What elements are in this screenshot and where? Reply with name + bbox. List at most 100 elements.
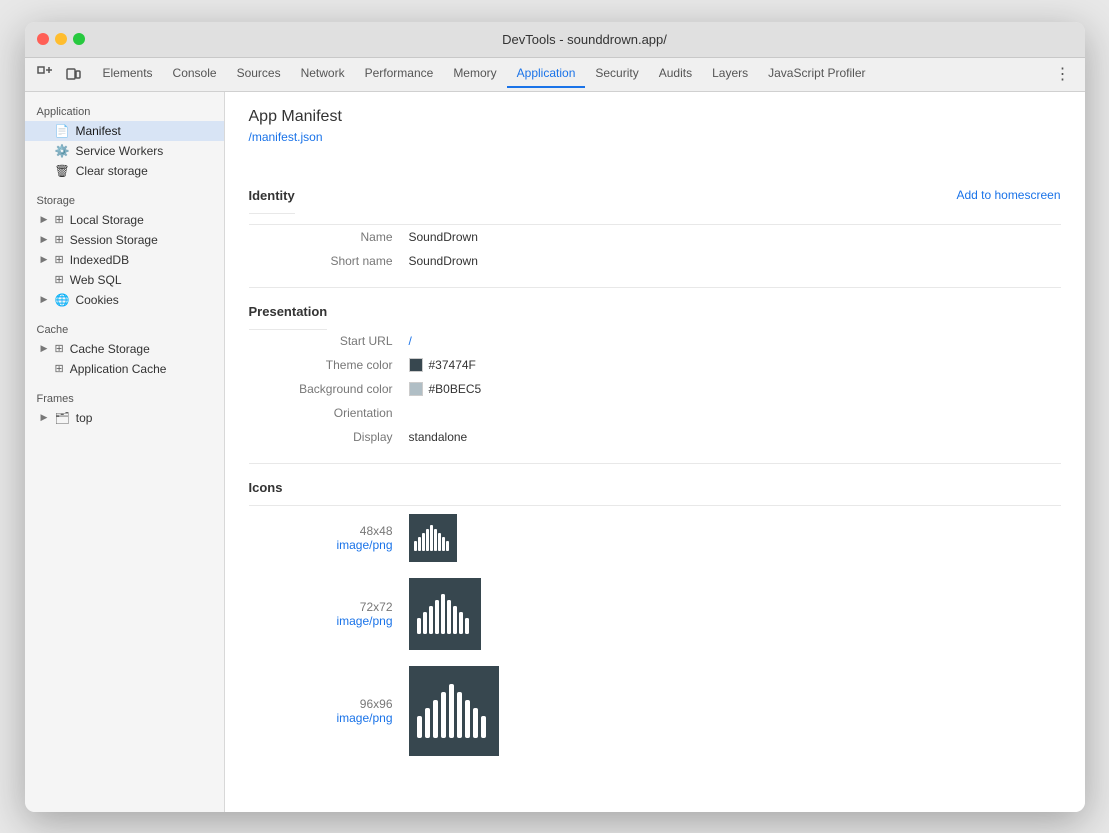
icons-header-row: Icons (249, 474, 1061, 506)
icon-preview-72 (409, 578, 481, 650)
sidebar-item-label: Cookies (75, 293, 118, 307)
sidebar-item-cache-storage[interactable]: ▶ ⊞ Cache Storage (25, 339, 224, 359)
expand-arrow-icon: ▶ (41, 214, 49, 225)
icon-meta-72: 72x72 image/png (249, 600, 409, 628)
sidebar-section-storage: Storage (25, 189, 224, 210)
close-button[interactable] (37, 33, 49, 45)
tab-js-profiler[interactable]: JavaScript Profiler (758, 60, 875, 88)
sidebar-item-application-cache[interactable]: ⊞ Application Cache (25, 359, 224, 379)
sidebar-item-service-workers[interactable]: ⚙️ Service Workers (25, 141, 224, 161)
app-manifest-header: App Manifest (249, 108, 1061, 126)
start-url-link[interactable]: / (409, 334, 412, 348)
icon-preview-96 (409, 666, 499, 756)
tab-security[interactable]: Security (585, 60, 648, 88)
sidebar-item-label: Web SQL (70, 273, 122, 287)
field-value-theme-color: #37474F (409, 358, 476, 372)
inspect-icon[interactable] (33, 62, 57, 86)
sidebar-item-indexeddb[interactable]: ▶ ⊞ IndexedDB (25, 250, 224, 270)
content-panel: App Manifest /manifest.json Identity Add… (225, 92, 1085, 812)
expand-arrow-icon: ▶ (41, 254, 49, 265)
expand-arrow-icon: ▶ (41, 234, 49, 245)
icon-entry-96: 96x96 image/png (249, 658, 1061, 764)
sidebar-item-label: Local Storage (70, 213, 144, 227)
field-value-bg-color: #B0BEC5 (409, 382, 482, 396)
maximize-button[interactable] (73, 33, 85, 45)
tab-layers[interactable]: Layers (702, 60, 758, 88)
field-label-start-url: Start URL (249, 334, 409, 348)
manifest-link[interactable]: /manifest.json (249, 130, 1061, 144)
tab-sources[interactable]: Sources (227, 60, 291, 88)
sidebar-item-label: IndexedDB (70, 253, 129, 267)
toolbar: Elements Console Sources Network Perform… (25, 58, 1085, 92)
sidebar-item-label: top (76, 411, 93, 425)
identity-section: Identity Add to homescreen Name SoundDro… (249, 160, 1061, 288)
sidebar-item-cookies[interactable]: ▶ 🌐 Cookies (25, 290, 224, 310)
traffic-lights (37, 33, 85, 45)
tab-performance[interactable]: Performance (355, 60, 444, 88)
tab-elements[interactable]: Elements (93, 60, 163, 88)
icon-type-72: image/png (249, 614, 393, 628)
minimize-button[interactable] (55, 33, 67, 45)
more-icon[interactable]: ⋮ (1049, 64, 1077, 84)
expand-arrow-icon: ▶ (41, 412, 49, 423)
theme-color-swatch[interactable] (409, 358, 423, 372)
sidebar-item-label: Service Workers (75, 144, 163, 158)
tab-console[interactable]: Console (163, 60, 227, 88)
identity-section-title: Identity (249, 176, 295, 214)
field-value-start-url: / (409, 334, 412, 348)
icon-type-96: image/png (249, 711, 393, 725)
sidebar-item-label: Application Cache (70, 362, 167, 376)
tab-application[interactable]: Application (507, 60, 586, 88)
window-title: DevTools - sounddrown.app/ (97, 32, 1073, 47)
sidebar-item-top-frame[interactable]: ▶ 🗂 top (25, 408, 224, 428)
device-icon[interactable] (61, 62, 85, 86)
icon-size-72: 72x72 (249, 600, 393, 614)
field-label-name: Name (249, 230, 409, 244)
presentation-section-title: Presentation (249, 292, 328, 330)
icon-entry-72: 72x72 image/png (249, 570, 1061, 658)
sidebar-item-local-storage[interactable]: ▶ ⊞ Local Storage (25, 210, 224, 230)
field-value-display: standalone (409, 430, 468, 444)
field-value-short-name: SoundDrown (409, 254, 478, 268)
icon-size-96: 96x96 (249, 697, 393, 711)
sidebar-item-manifest[interactable]: 📄 Manifest (25, 121, 224, 141)
sidebar-item-label: Manifest (75, 124, 120, 138)
field-label-short-name: Short name (249, 254, 409, 268)
tab-bar: Elements Console Sources Network Perform… (93, 60, 876, 88)
expand-arrow-icon: ▶ (41, 294, 49, 305)
tab-audits[interactable]: Audits (649, 60, 702, 88)
bg-color-swatch[interactable] (409, 382, 423, 396)
field-row-theme-color: Theme color #37474F (249, 353, 1061, 377)
icon-meta-48: 48x48 image/png (249, 524, 409, 552)
tab-network[interactable]: Network (291, 60, 355, 88)
expand-arrow-icon: ▶ (41, 343, 49, 354)
main-area: Application 📄 Manifest ⚙️ Service Worker… (25, 92, 1085, 812)
field-row-bg-color: Background color #B0BEC5 (249, 377, 1061, 401)
field-row-name: Name SoundDrown (249, 225, 1061, 249)
field-value-name: SoundDrown (409, 230, 478, 244)
field-label-theme-color: Theme color (249, 358, 409, 372)
sidebar-item-label: Cache Storage (70, 342, 150, 356)
field-label-display: Display (249, 430, 409, 444)
sidebar-item-label: Clear storage (76, 164, 148, 178)
sidebar-item-web-sql[interactable]: ⊞ Web SQL (25, 270, 224, 290)
sidebar-item-clear-storage[interactable]: 🗑 Clear storage (25, 161, 224, 181)
sidebar-item-session-storage[interactable]: ▶ ⊞ Session Storage (25, 230, 224, 250)
field-label-bg-color: Background color (249, 382, 409, 396)
icon-size-48: 48x48 (249, 524, 393, 538)
presentation-section: Presentation Start URL / Theme color #37… (249, 288, 1061, 464)
presentation-header-row: Presentation (249, 298, 1061, 329)
identity-header-row: Identity Add to homescreen (249, 170, 1061, 225)
icon-meta-96: 96x96 image/png (249, 697, 409, 725)
field-row-short-name: Short name SoundDrown (249, 249, 1061, 273)
tab-memory[interactable]: Memory (443, 60, 506, 88)
icon-preview-48 (409, 514, 457, 562)
devtools-window: DevTools - sounddrown.app/ Elements Cons… (25, 22, 1085, 812)
icon-type-48: image/png (249, 538, 393, 552)
toolbar-icon-group (33, 62, 85, 86)
sidebar-section-application: Application (25, 100, 224, 121)
add-homescreen-button[interactable]: Add to homescreen (956, 188, 1060, 202)
field-row-display: Display standalone (249, 425, 1061, 449)
sidebar-item-label: Session Storage (70, 233, 158, 247)
titlebar: DevTools - sounddrown.app/ (25, 22, 1085, 58)
